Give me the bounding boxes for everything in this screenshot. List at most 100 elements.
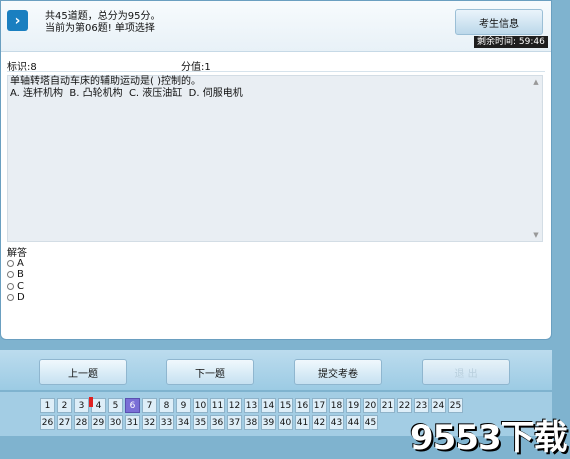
exam-window: › 共45道题，总分为95分。 当前为第06题! 单项选择 考生信息 剩余时间:… (0, 0, 552, 340)
question-cell-32[interactable]: 32 (142, 415, 157, 430)
question-cell-10[interactable]: 10 (193, 398, 208, 413)
question-cell-label: 27 (58, 417, 71, 428)
question-cell-30[interactable]: 30 (108, 415, 123, 430)
question-cell-label: 4 (95, 400, 102, 411)
question-cell-36[interactable]: 36 (210, 415, 225, 430)
question-cell-37[interactable]: 37 (227, 415, 242, 430)
answer-option-label: B (17, 269, 24, 280)
question-cell-12[interactable]: 12 (227, 398, 242, 413)
question-text: 单轴转塔自动车床的辅助运动是( )控制的。 (10, 76, 201, 87)
question-cell-label: 16 (296, 400, 309, 411)
radio-icon[interactable] (7, 283, 14, 290)
question-cell-label: 12 (228, 400, 241, 411)
scroll-up-icon[interactable]: ▲ (532, 78, 540, 86)
answer-option-label: C (17, 281, 24, 292)
question-cell-8[interactable]: 8 (159, 398, 174, 413)
question-cell-41[interactable]: 41 (295, 415, 310, 430)
question-cell-2[interactable]: 2 (57, 398, 72, 413)
radio-icon[interactable] (7, 271, 14, 278)
scroll-down-icon[interactable]: ▼ (532, 231, 540, 239)
question-cell-label: 3 (78, 400, 85, 411)
question-cell-label: 8 (163, 400, 170, 411)
question-cell-17[interactable]: 17 (312, 398, 327, 413)
question-cell-label: 41 (296, 417, 309, 428)
prev-question-button[interactable]: 上一题 (39, 359, 127, 385)
question-cell-14[interactable]: 14 (261, 398, 276, 413)
question-cell-label: 39 (262, 417, 275, 428)
question-cell-label: 11 (211, 400, 224, 411)
watermark-logo: 9553下载 (410, 418, 568, 458)
question-cell-38[interactable]: 38 (244, 415, 259, 430)
question-cell-31[interactable]: 31 (125, 415, 140, 430)
question-cell-label: 14 (262, 400, 275, 411)
question-cell-43[interactable]: 43 (329, 415, 344, 430)
next-question-button[interactable]: 下一题 (166, 359, 254, 385)
question-cell-35[interactable]: 35 (193, 415, 208, 430)
navigation-toolbar: 上一题 下一题 提交考卷 退 出 (0, 350, 552, 390)
question-cell-6[interactable]: 6 (125, 398, 140, 413)
question-cell-5[interactable]: 5 (108, 398, 123, 413)
question-cell-label: 31 (126, 417, 139, 428)
flag-icon (89, 397, 93, 407)
radio-icon[interactable] (7, 260, 14, 267)
question-cell-label: 21 (381, 400, 394, 411)
question-cell-28[interactable]: 28 (74, 415, 89, 430)
answer-option-a[interactable]: A (7, 258, 24, 269)
question-cell-4[interactable]: 4 (89, 397, 106, 413)
question-cell-1[interactable]: 1 (40, 398, 55, 413)
question-cell-label: 1 (44, 400, 51, 411)
question-cell-29[interactable]: 29 (91, 415, 106, 430)
question-cell-7[interactable]: 7 (142, 398, 157, 413)
question-cell-label: 29 (92, 417, 105, 428)
question-cell-label: 34 (177, 417, 190, 428)
question-cell-label: 19 (347, 400, 360, 411)
question-cell-15[interactable]: 15 (278, 398, 293, 413)
question-cell-label: 38 (245, 417, 258, 428)
question-cell-label: 18 (330, 400, 343, 411)
answer-option-label: A (17, 258, 24, 269)
question-cell-19[interactable]: 19 (346, 398, 361, 413)
question-cell-44[interactable]: 44 (346, 415, 361, 430)
question-cell-34[interactable]: 34 (176, 415, 191, 430)
question-cell-26[interactable]: 26 (40, 415, 55, 430)
answer-option-label: D (17, 292, 25, 303)
question-cell-label: 40 (279, 417, 292, 428)
question-cell-11[interactable]: 11 (210, 398, 225, 413)
timer: 剩余时间: 59:46 (474, 36, 548, 48)
question-cell-label: 13 (245, 400, 258, 411)
question-cell-27[interactable]: 27 (57, 415, 72, 430)
question-cell-label: 28 (75, 417, 88, 428)
question-cell-label: 17 (313, 400, 326, 411)
question-options: A. 连杆机构 B. 凸轮机构 C. 液压油缸 D. 伺服电机 (10, 88, 243, 99)
question-cell-39[interactable]: 39 (261, 415, 276, 430)
question-cell-33[interactable]: 33 (159, 415, 174, 430)
question-cell-18[interactable]: 18 (329, 398, 344, 413)
answer-option-b[interactable]: B (7, 269, 24, 280)
question-cell-label: 36 (211, 417, 224, 428)
question-cell-20[interactable]: 20 (363, 398, 378, 413)
question-cell-label: 6 (129, 400, 136, 411)
question-cell-16[interactable]: 16 (295, 398, 310, 413)
question-cell-45[interactable]: 45 (363, 415, 378, 430)
question-cell-42[interactable]: 42 (312, 415, 327, 430)
question-box[interactable]: 单轴转塔自动车床的辅助运动是( )控制的。 A. 连杆机构 B. 凸轮机构 C.… (7, 75, 543, 242)
question-cell-label: 2 (61, 400, 68, 411)
question-cell-label: 22 (398, 400, 411, 411)
chevron-right-icon: › (7, 10, 28, 31)
radio-icon[interactable] (7, 294, 14, 301)
exit-button[interactable]: 退 出 (422, 359, 510, 385)
question-cell-3[interactable]: 3 (74, 398, 89, 413)
question-cell-40[interactable]: 40 (278, 415, 293, 430)
question-cell-13[interactable]: 13 (244, 398, 259, 413)
question-cell-label: 35 (194, 417, 207, 428)
question-cell-label: 42 (313, 417, 326, 428)
current-info: 当前为第06题! 单项选择 (45, 23, 155, 34)
submit-exam-button[interactable]: 提交考卷 (294, 359, 382, 385)
answer-option-c[interactable]: C (7, 281, 24, 292)
question-cell-9[interactable]: 9 (176, 398, 191, 413)
question-cell-21[interactable]: 21 (380, 398, 395, 413)
answer-label: 解答 (7, 248, 27, 259)
answer-option-d[interactable]: D (7, 292, 25, 303)
question-cell-label: 44 (347, 417, 360, 428)
student-info-button[interactable]: 考生信息 (455, 9, 543, 35)
